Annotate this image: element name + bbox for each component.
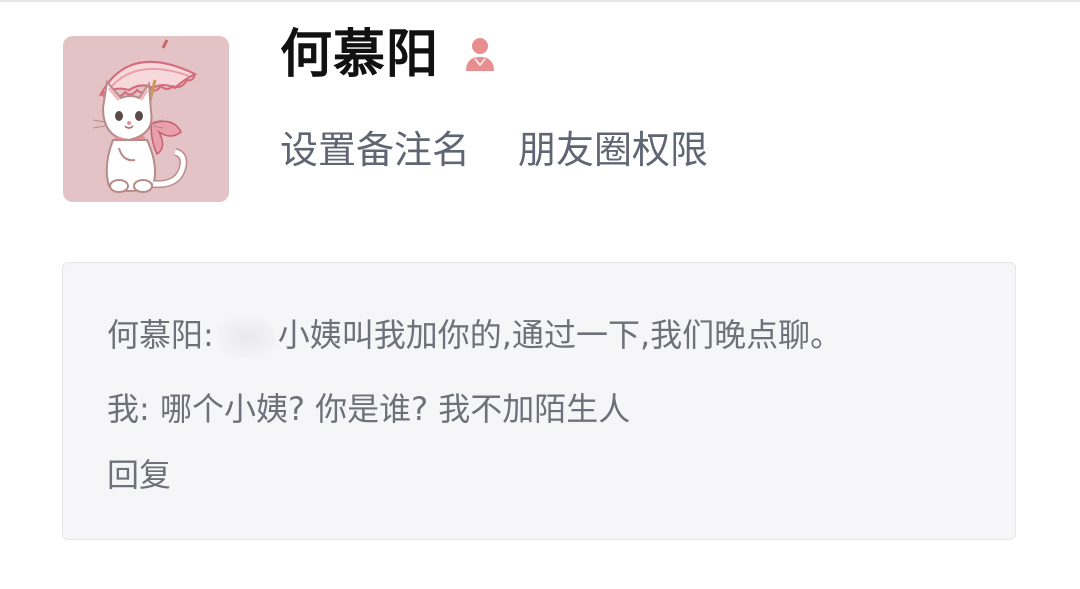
avatar[interactable]	[63, 36, 229, 202]
profile-name-row: 何慕阳	[280, 22, 499, 88]
message-text: 小姨叫我加你的,通过一下,我们晚点聊。	[277, 316, 843, 354]
cat-with-umbrella-icon	[63, 36, 229, 202]
message-line: 何慕阳: 小姨叫我加你的,通过一下,我们晚点聊。	[107, 313, 842, 357]
profile-actions: 设置备注名 朋友圈权限	[280, 122, 708, 178]
redacted-blur	[217, 317, 276, 357]
message-sender: 何慕阳:	[107, 316, 214, 354]
top-divider	[0, 0, 1080, 2]
set-remark-button[interactable]: 设置备注名	[280, 122, 470, 178]
message-text: 哪个小姨? 你是谁? 我不加陌生人	[159, 390, 631, 428]
message-line: 我: 哪个小姨? 你是谁? 我不加陌生人	[107, 387, 630, 431]
female-person-icon	[461, 35, 499, 75]
moments-permission-button[interactable]: 朋友圈权限	[518, 122, 708, 178]
friend-verification-page: 何慕阳 设置备注名 朋友圈权限 何慕阳: 小姨叫我加你的,通过一下,我们晚点聊。 …	[0, 0, 1080, 589]
message-sender: 我:	[107, 390, 150, 428]
verification-message-card: 何慕阳: 小姨叫我加你的,通过一下,我们晚点聊。 我: 哪个小姨? 你是谁? 我不…	[62, 262, 1016, 540]
profile-name: 何慕阳	[280, 25, 440, 85]
reply-button[interactable]: 回复	[107, 453, 171, 497]
